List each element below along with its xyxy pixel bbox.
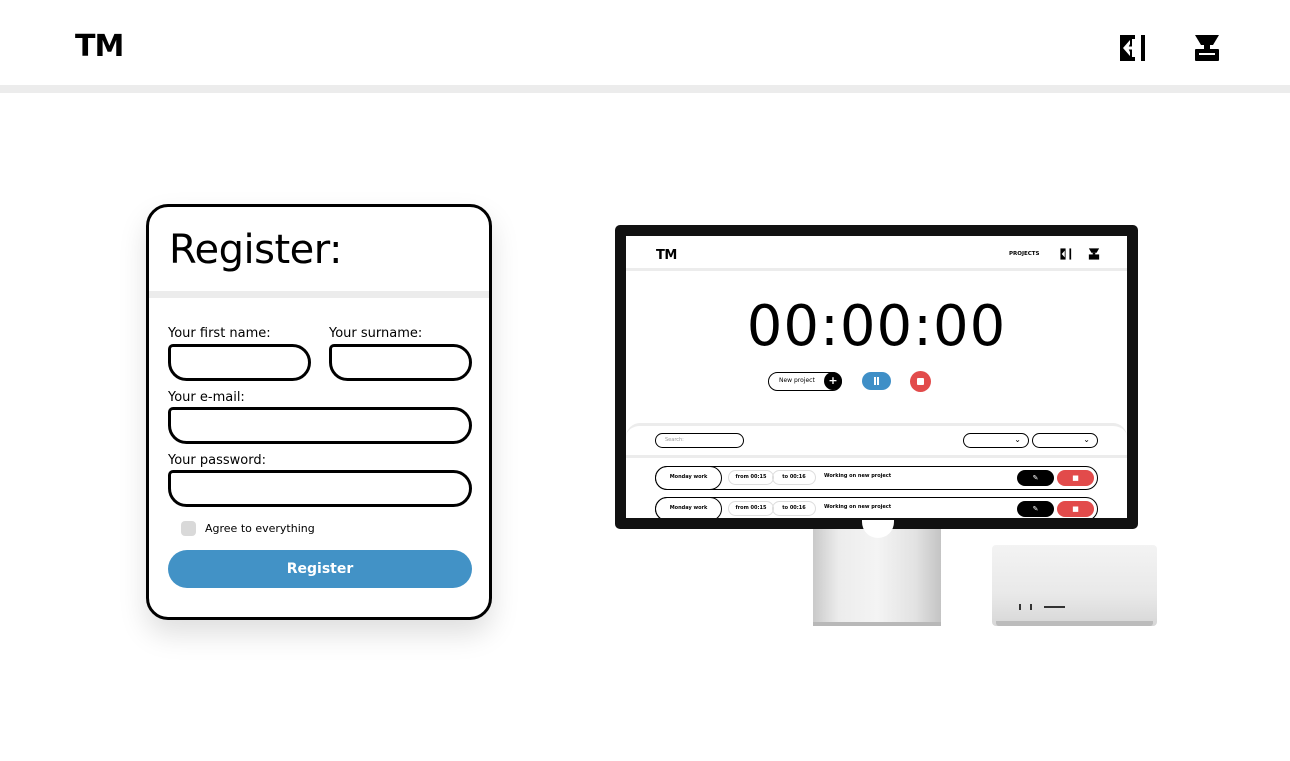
- first-name-label: Your first name:: [168, 326, 271, 341]
- email-field[interactable]: [168, 407, 472, 444]
- preview-entry-row: Monday work from 00:15 to 00:16 Working …: [655, 466, 1098, 490]
- monitor-preview: TM PROJECTS 00:00:00 New project + Searc…: [615, 225, 1138, 529]
- preview-filter-select: ⌄: [963, 433, 1029, 448]
- agree-label: Agree to everything: [205, 522, 315, 535]
- app-header: TM: [0, 0, 1290, 86]
- preview-new-project-label: New project: [779, 377, 815, 384]
- register-button[interactable]: Register: [168, 550, 472, 588]
- surname-label: Your surname:: [329, 326, 423, 341]
- pencil-icon: ✎: [1017, 470, 1054, 486]
- logo[interactable]: TM: [75, 30, 124, 64]
- preview-user-icon: [1088, 248, 1100, 260]
- entry-description: Working on new project: [824, 504, 892, 510]
- header-divider: [0, 85, 1290, 93]
- entry-from: from 00:15: [728, 470, 774, 485]
- usb-port: [1030, 604, 1032, 610]
- usb-port: [1019, 604, 1021, 610]
- preview-search-input: Search:: [655, 433, 744, 448]
- card-divider: [149, 291, 489, 298]
- preview-nav-projects: PROJECTS: [1009, 251, 1040, 257]
- monitor-stand-foot: [813, 622, 941, 626]
- email-label: Your e-mail:: [168, 390, 245, 405]
- preview-list-divider: [626, 455, 1127, 458]
- trash-icon: ■: [1057, 470, 1094, 486]
- surname-input[interactable]: [332, 347, 469, 378]
- preview-sort-select: ⌄: [1032, 433, 1098, 448]
- entry-from: from 00:15: [728, 501, 774, 516]
- entry-name: Monday work: [655, 466, 722, 490]
- chevron-down-icon: ⌄: [1014, 435, 1021, 444]
- logout-icon[interactable]: [1119, 34, 1147, 62]
- mac-studio-base: [996, 621, 1153, 626]
- first-name-field[interactable]: [168, 344, 311, 381]
- user-icon[interactable]: [1193, 34, 1221, 62]
- preview-timer: 00:00:00: [746, 294, 1007, 359]
- preview-screen: TM PROJECTS 00:00:00 New project + Searc…: [626, 236, 1127, 518]
- entry-name: Monday work: [655, 497, 722, 518]
- password-input[interactable]: [171, 473, 469, 504]
- register-title: Register:: [169, 227, 342, 273]
- preview-header-divider: [626, 268, 1127, 271]
- preview-logo: TM: [656, 248, 677, 263]
- mac-studio-device: [992, 545, 1157, 626]
- email-input[interactable]: [171, 410, 469, 441]
- entry-description: Working on new project: [824, 473, 892, 479]
- plus-icon: +: [824, 372, 842, 390]
- first-name-input[interactable]: [171, 347, 308, 378]
- register-card: Register: Your first name: Your surname:…: [146, 204, 492, 620]
- chevron-down-icon: ⌄: [1083, 435, 1090, 444]
- pause-icon: [862, 372, 891, 390]
- entry-to: to 00:16: [772, 501, 816, 516]
- preview-new-project-button: New project +: [768, 372, 842, 391]
- monitor-stand: [813, 529, 941, 626]
- password-field[interactable]: [168, 470, 472, 507]
- entry-to: to 00:16: [772, 470, 816, 485]
- surname-field[interactable]: [329, 344, 472, 381]
- agree-checkbox[interactable]: [181, 521, 196, 536]
- pencil-icon: ✎: [1017, 501, 1054, 517]
- password-label: Your password:: [168, 453, 266, 468]
- card-slot: [1044, 606, 1065, 608]
- trash-icon: ■: [1057, 501, 1094, 517]
- stop-icon: [910, 371, 931, 392]
- preview-entry-row: Monday work from 00:15 to 00:16 Working …: [655, 497, 1098, 518]
- preview-logout-icon: [1060, 248, 1072, 260]
